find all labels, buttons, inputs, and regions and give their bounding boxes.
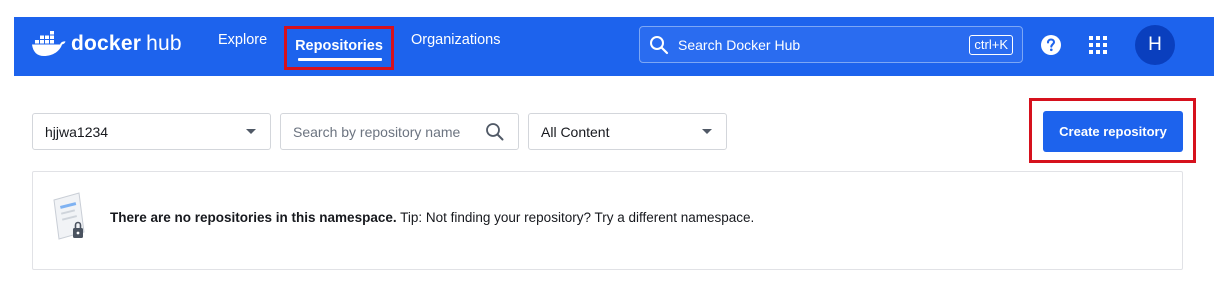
empty-state-tip: Tip: Not finding your repository? Try a … [396,210,755,225]
active-tab-underline [298,58,382,61]
namespace-select[interactable]: hjjwa1234 [32,113,271,150]
content-filter-select[interactable]: All Content [528,113,727,150]
apps-grid-icon[interactable] [1089,36,1107,54]
search-shortcut-badge: ctrl+K [969,34,1013,55]
repository-search-input[interactable] [293,123,483,140]
docker-hub-logo[interactable]: docker hub [31,29,182,59]
nav-explore-link[interactable]: Explore [218,10,267,69]
help-icon[interactable] [1040,34,1062,56]
global-search-placeholder: Search Docker Hub [678,36,801,53]
repository-search-box[interactable] [280,113,519,150]
logo-wordmark: docker hub [71,29,182,59]
nav-organizations-link[interactable]: Organizations [411,10,500,69]
content-filter-value: All Content [541,123,610,140]
global-search-bar[interactable]: Search Docker Hub ctrl+K [639,26,1023,63]
namespace-value: hjjwa1234 [45,123,109,140]
repositories-highlight-box: Repositories [284,26,394,70]
nav-repositories-link[interactable]: Repositories [287,29,391,67]
user-avatar[interactable]: H [1135,25,1175,65]
top-nav: docker hub Explore Repositories Organizat… [14,17,1214,76]
logo-word-docker: docker [71,32,142,55]
create-repository-button[interactable]: Create repository [1043,111,1183,152]
chevron-down-icon [246,129,256,134]
empty-state-heading: There are no repositories in this namesp… [110,210,397,225]
docker-whale-icon [31,31,67,57]
chevron-down-icon [702,129,712,134]
search-icon [650,35,669,54]
empty-state-panel: There are no repositories in this namesp… [32,171,1183,270]
empty-state-message: There are no repositories in this namesp… [110,210,754,225]
docker-hub-page: docker hub Explore Repositories Organizat… [0,0,1228,305]
empty-repository-illustration-icon [53,192,85,240]
search-icon [486,122,504,140]
logo-word-hub: hub [146,32,182,55]
